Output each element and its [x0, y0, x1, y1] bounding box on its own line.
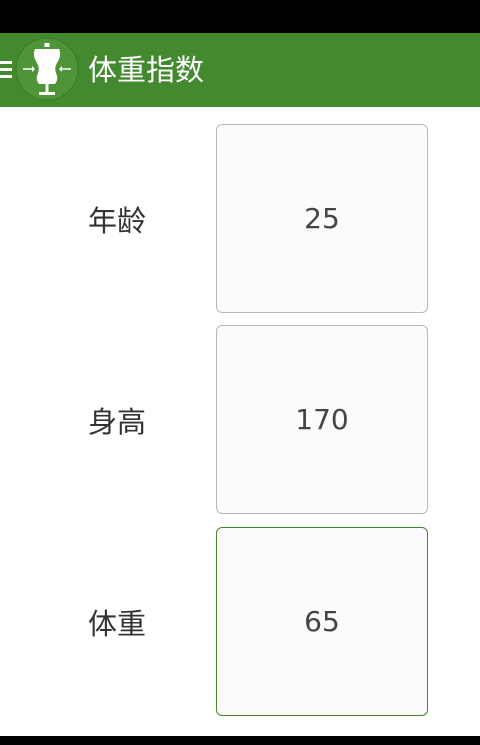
hamburger-menu-icon[interactable] [0, 61, 12, 79]
status-bar [0, 0, 480, 33]
age-input[interactable]: 25 [216, 124, 428, 313]
height-input[interactable]: 170 [216, 325, 428, 514]
app-bar: 体重指数 [0, 33, 480, 107]
age-label: 年龄 [88, 204, 147, 238]
weight-label: 体重 [88, 607, 147, 641]
weight-value: 65 [304, 605, 340, 638]
navigation-bar [0, 736, 480, 745]
app-title: 体重指数 [88, 53, 205, 87]
height-value: 170 [295, 403, 349, 436]
dress-form-icon[interactable] [15, 37, 79, 101]
form-content: 年龄 25 身高 170 体重 65 [0, 107, 480, 736]
weight-input[interactable]: 65 [216, 527, 428, 716]
age-value: 25 [304, 202, 340, 235]
height-label: 身高 [88, 405, 147, 439]
